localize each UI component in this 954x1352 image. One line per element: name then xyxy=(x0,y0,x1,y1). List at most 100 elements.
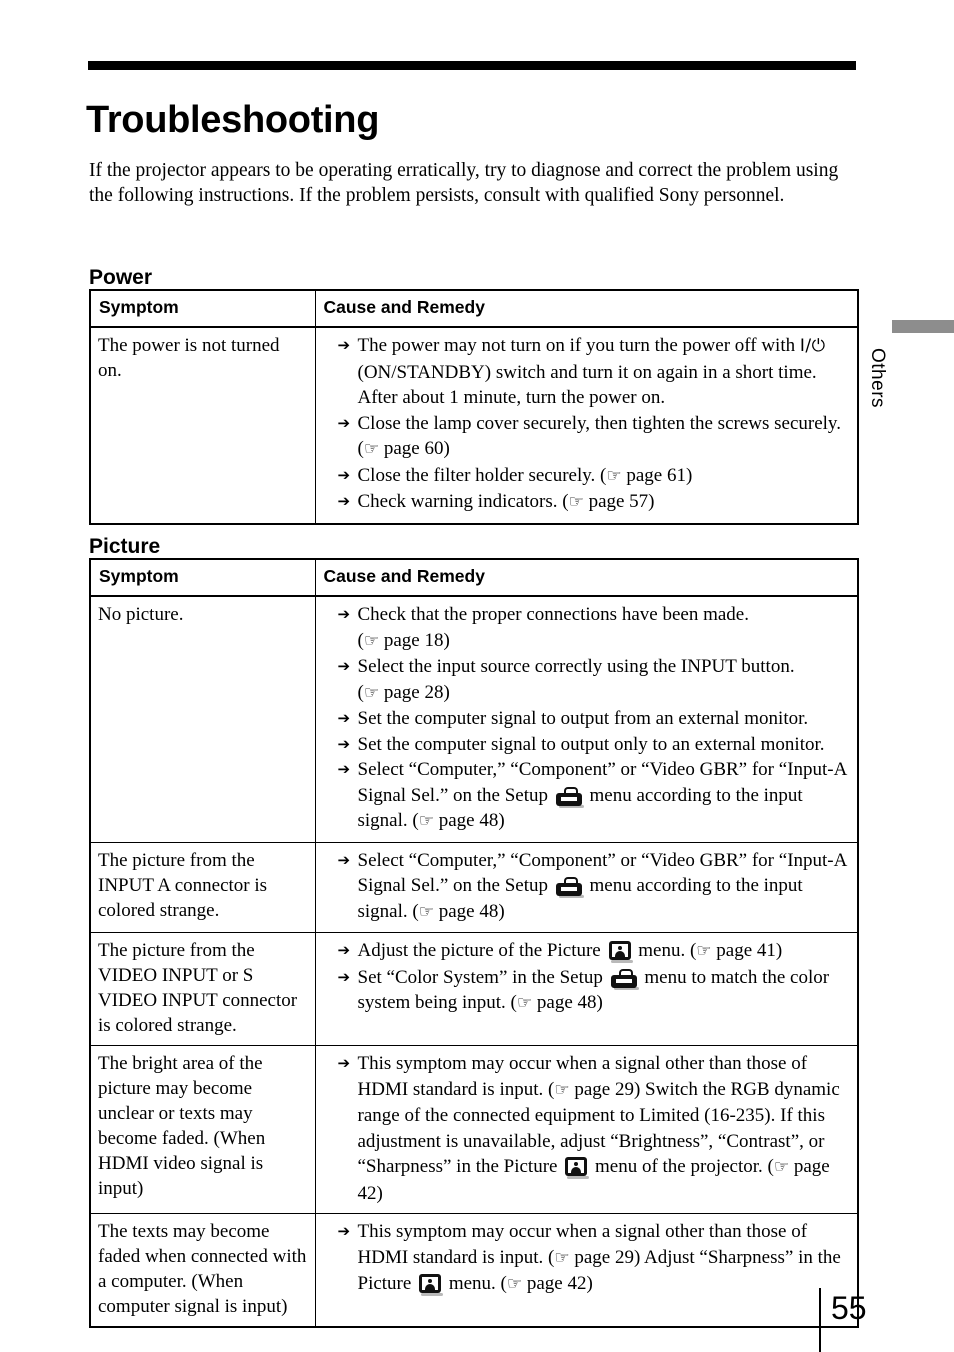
page-title: Troubleshooting xyxy=(86,99,380,142)
remedy-item: ➔ Check that the proper connections have … xyxy=(338,602,852,654)
pointing-hand-icon: ☞ xyxy=(606,465,622,486)
remedy-item: ➔ Set “Color System” in the Setup menu to… xyxy=(338,965,852,1017)
table-row: The texts may become faded when connecte… xyxy=(89,1213,859,1328)
document-page: Troubleshooting If the projector appears… xyxy=(0,0,954,1352)
pointing-hand-icon: ☞ xyxy=(363,439,380,459)
power-standby-symbol: I/⏻ xyxy=(799,336,826,356)
remedy-list: ➔ This symptom may occur when a signal ot… xyxy=(338,1051,852,1206)
column-header-symptom: Symptom xyxy=(89,289,316,328)
remedy-text: Select the input source correctly using … xyxy=(357,656,795,703)
remedy-item: ➔ Select the input source correctly using… xyxy=(338,654,852,706)
symptom-cell: The picture from the VIDEO INPUT or S VI… xyxy=(89,932,316,1046)
remedy-item: ➔ Set the computer signal to output only … xyxy=(338,732,852,758)
arrow-bullet-icon: ➔ xyxy=(337,605,351,623)
arrow-bullet-icon: ➔ xyxy=(337,413,351,432)
remedy-item: ➔ Set the computer signal to output from … xyxy=(338,706,852,732)
arrow-bullet-icon: ➔ xyxy=(337,657,351,675)
remedy-text: This symptom may occur when a signal oth… xyxy=(357,1221,841,1296)
table-row: The picture from the INPUT A connector i… xyxy=(89,841,859,933)
side-tab-marker xyxy=(892,320,954,333)
pointing-hand-icon: ☞ xyxy=(568,492,584,512)
remedy-list: ➔ Check that the proper connections have … xyxy=(338,602,852,835)
pointing-hand-icon: ☞ xyxy=(363,630,380,651)
table-header-row: Symptom Cause and Remedy xyxy=(89,558,859,597)
section-heading-power: Power xyxy=(89,266,153,290)
pointing-hand-icon: ☞ xyxy=(554,1079,570,1100)
column-header-cause-remedy: Cause and Remedy xyxy=(314,558,859,597)
setup-menu-icon xyxy=(555,786,584,808)
arrow-bullet-icon: ➔ xyxy=(337,760,351,778)
pointing-hand-icon: ☞ xyxy=(516,993,533,1013)
arrow-bullet-icon: ➔ xyxy=(337,1222,351,1240)
remedy-text: Close the filter holder securely. (☞ pag… xyxy=(357,464,693,486)
power-table-body: The power is not turned on. ➔ The power ma… xyxy=(89,326,859,524)
table-row: The picture from the VIDEO INPUT or S VI… xyxy=(89,932,859,1046)
arrow-bullet-icon: ➔ xyxy=(337,1054,351,1072)
symptom-cell: The bright area of the picture may becom… xyxy=(89,1045,316,1214)
remedy-text: Set “Color System” in the Setup menu to … xyxy=(357,966,830,1014)
remedy-item: ➔ This symptom may occur when a signal ot… xyxy=(338,1051,852,1206)
table-header-row: Symptom Cause and Remedy xyxy=(89,289,859,328)
remedy-text: Close the lamp cover securely, then tigh… xyxy=(357,412,841,460)
page-number: 55 xyxy=(831,1290,867,1326)
pointing-hand-icon: ☞ xyxy=(554,1247,570,1268)
remedy-cell: ➔ Check that the proper connections have … xyxy=(314,595,859,843)
remedy-text: Check warning indicators. (☞ page 57) xyxy=(357,491,655,512)
picture-menu-icon xyxy=(419,1274,444,1296)
setup-menu-icon xyxy=(555,876,584,898)
symptom-cell: The power is not turned on. xyxy=(89,326,316,524)
remedy-cell: ➔ This symptom may occur when a signal ot… xyxy=(314,1045,859,1214)
table-row: The power is not turned on. ➔ The power ma… xyxy=(89,326,859,524)
picture-table-body: No picture. ➔ Check that the proper connec… xyxy=(89,595,859,1328)
remedy-text: This symptom may occur when a signal oth… xyxy=(357,1053,840,1204)
remedy-list: ➔ This symptom may occur when a signal ot… xyxy=(338,1219,852,1298)
remedy-text: Select “Computer,” “Component” or “Video… xyxy=(357,849,847,922)
remedy-text: Set the computer signal to output from a… xyxy=(357,708,809,729)
picture-troubleshooting-table: Symptom Cause and Remedy No picture. ➔ Che… xyxy=(89,558,859,1328)
remedy-item: ➔ This symptom may occur when a signal ot… xyxy=(338,1219,852,1298)
remedy-item: ➔ The power may not turn on if you turn t… xyxy=(338,333,852,411)
remedy-item: ➔ Adjust the picture of the Picture menu.… xyxy=(338,938,852,965)
pointing-hand-icon: ☞ xyxy=(418,901,434,922)
symptom-cell: No picture. xyxy=(89,595,316,843)
arrow-bullet-icon: ➔ xyxy=(337,465,351,484)
arrow-bullet-icon: ➔ xyxy=(337,850,351,869)
side-tab-label: Others xyxy=(867,348,888,409)
arrow-bullet-icon: ➔ xyxy=(337,709,351,727)
pointing-hand-icon: ☞ xyxy=(696,941,712,961)
pointing-hand-icon: ☞ xyxy=(506,1274,523,1294)
remedy-text: Adjust the picture of the Picture menu. … xyxy=(357,940,783,963)
remedy-list: ➔ Adjust the picture of the Picture menu.… xyxy=(338,938,852,1017)
pointing-hand-icon: ☞ xyxy=(363,682,380,703)
table-row: The bright area of the picture may becom… xyxy=(89,1045,859,1214)
remedy-cell: ➔ Adjust the picture of the Picture menu.… xyxy=(314,932,859,1046)
pointing-hand-icon: ☞ xyxy=(418,811,434,831)
remedy-text: Select “Computer,” “Component” or “Video… xyxy=(357,759,847,831)
symptom-cell: The texts may become faded when connecte… xyxy=(89,1213,316,1328)
picture-menu-icon xyxy=(608,941,633,963)
remedy-cell: ➔ Select “Computer,” “Component” or “Vide… xyxy=(314,841,859,933)
symptom-cell: The picture from the INPUT A connector i… xyxy=(89,841,316,933)
remedy-text: Set the computer signal to output only t… xyxy=(357,733,825,755)
remedy-item: ➔ Check warning indicators. (☞ page 57) xyxy=(338,489,852,516)
remedy-item: ➔ Select “Computer,” “Component” or “Vide… xyxy=(338,848,852,926)
table-row: No picture. ➔ Check that the proper connec… xyxy=(89,595,859,843)
remedy-list: ➔ Select “Computer,” “Component” or “Vide… xyxy=(338,848,852,926)
power-troubleshooting-table: Symptom Cause and Remedy The power is no… xyxy=(89,289,859,525)
picture-menu-icon xyxy=(565,1157,590,1179)
remedy-item: ➔ Select “Computer,” “Component” or “Vide… xyxy=(338,757,852,835)
column-header-cause-remedy: Cause and Remedy xyxy=(314,289,859,328)
title-rule xyxy=(88,61,856,70)
arrow-bullet-icon: ➔ xyxy=(337,336,351,354)
remedy-cell: ➔ The power may not turn on if you turn t… xyxy=(314,326,859,524)
section-heading-picture: Picture xyxy=(89,535,161,559)
remedy-text: Check that the proper connections have b… xyxy=(357,604,749,651)
arrow-bullet-icon: ➔ xyxy=(337,492,351,510)
setup-menu-icon xyxy=(610,968,639,990)
remedy-cell: ➔ This symptom may occur when a signal ot… xyxy=(314,1213,859,1328)
arrow-bullet-icon: ➔ xyxy=(337,734,351,753)
arrow-bullet-icon: ➔ xyxy=(337,967,351,986)
footer-rule xyxy=(819,1288,821,1352)
intro-paragraph: If the projector appears to be operating… xyxy=(89,159,839,207)
remedy-list: ➔ The power may not turn on if you turn t… xyxy=(338,333,852,516)
